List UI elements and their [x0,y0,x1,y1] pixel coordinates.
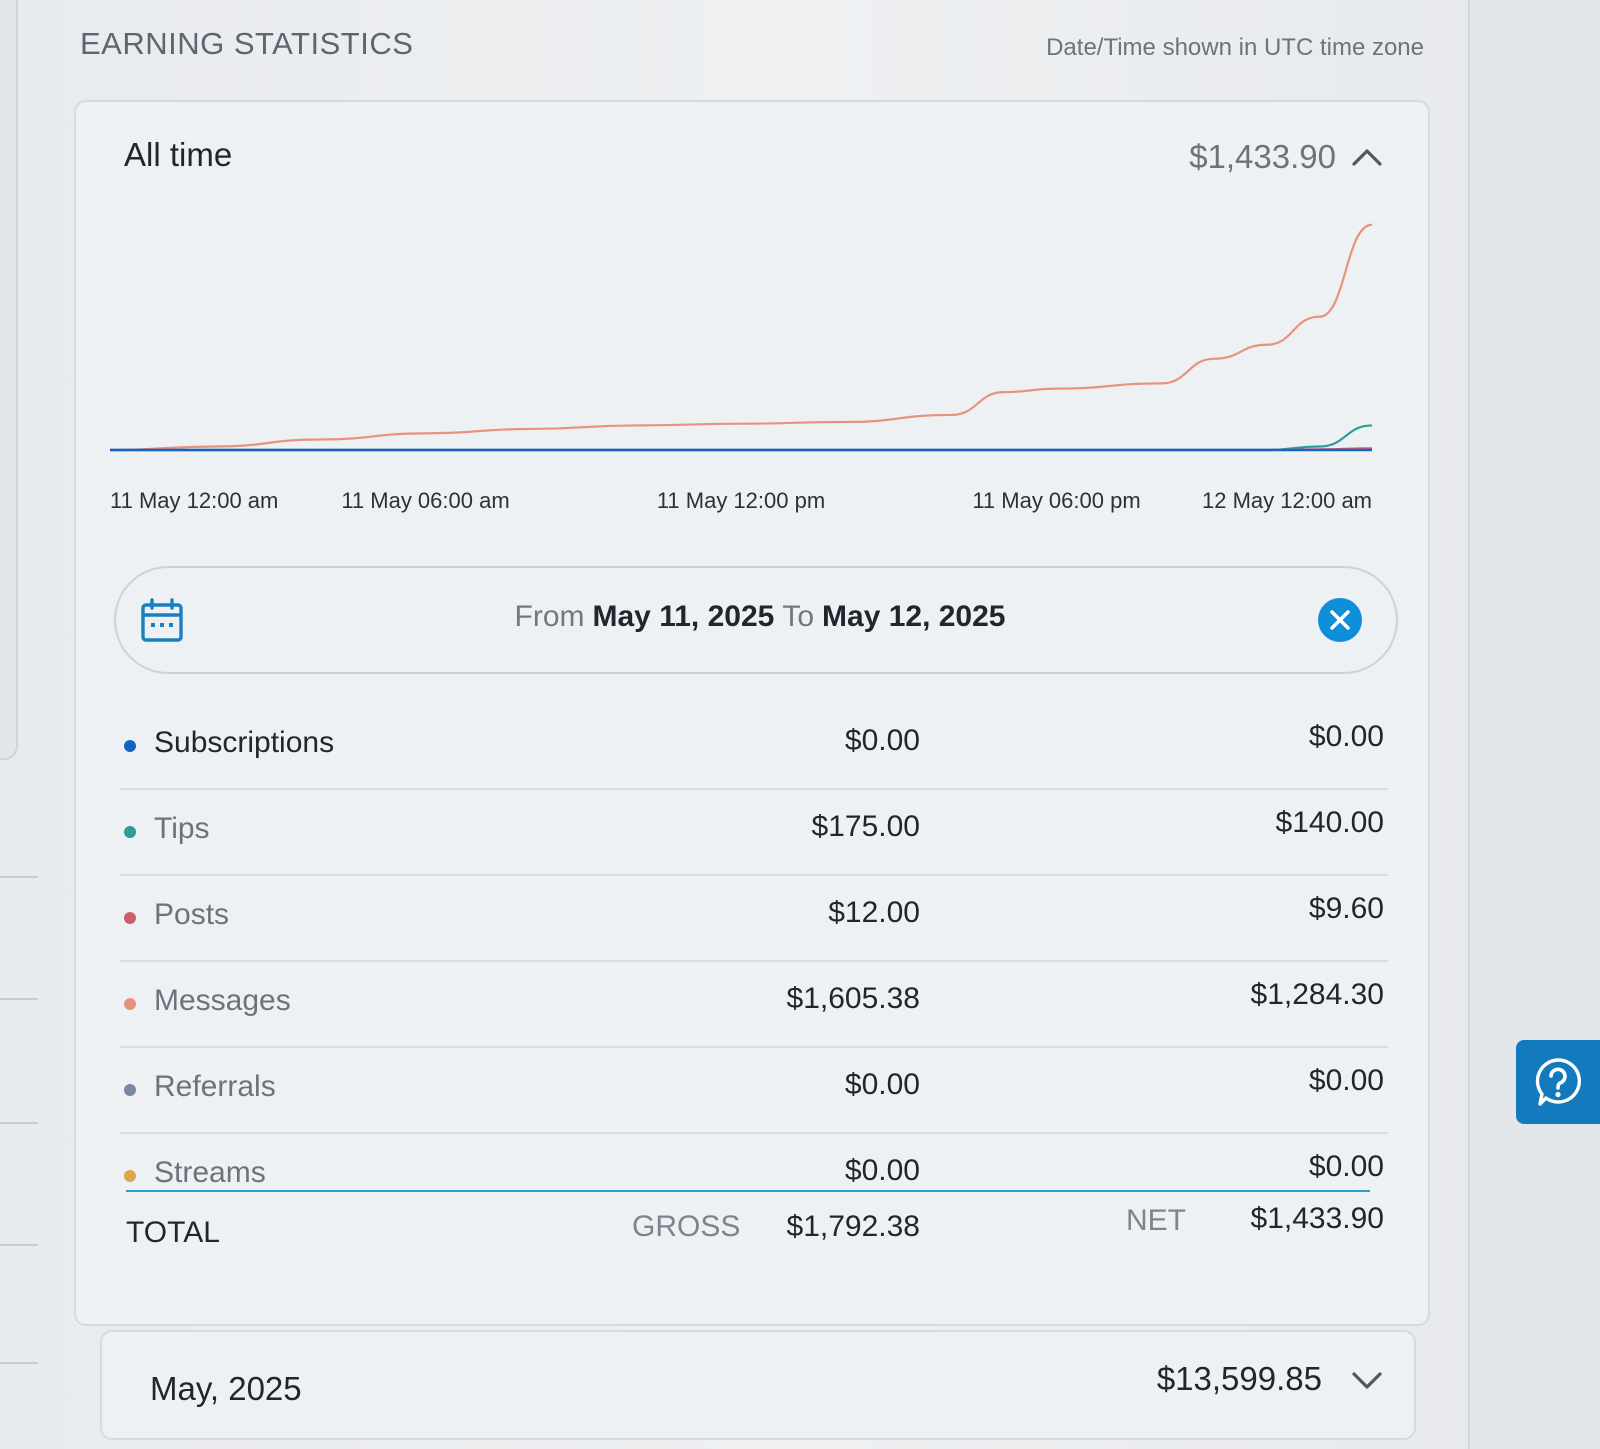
row-net: $0.00 [1308,1150,1384,1183]
row-messages: Messages $1,605.38 $1,284.30 [120,962,1388,1048]
row-label: Messages [154,984,291,1017]
row-gross: $0.00 [844,724,920,757]
x-tick-label: 11 May 06:00 pm [972,488,1140,513]
subscriptions-dot [124,740,136,752]
x-tick-label: 11 May 12:00 pm [657,488,825,513]
card-title[interactable]: All time [124,136,232,174]
row-net: $9.60 [1308,892,1384,925]
row-gross: $175.00 [811,810,920,843]
row-gross: $0.00 [844,1154,920,1187]
chart-series-line-0 [110,223,1373,452]
earnings-breakdown-list: Subscriptions $0.00 $0.00 Tips $175.00 $… [120,704,1388,1220]
total-divider [126,1190,1370,1192]
clear-date-range-button[interactable] [1318,598,1362,642]
row-net: $0.00 [1308,1064,1384,1097]
card-total-amount: $1,433.90 [1189,138,1336,175]
net-label: NET [1126,1204,1186,1237]
row-tips: Tips $175.00 $140.00 [120,790,1388,876]
help-button[interactable] [1516,1040,1600,1124]
divider [0,1362,38,1364]
timezone-note: Date/Time shown in UTC time zone [1046,34,1424,61]
month-title: May, 2025 [150,1370,302,1407]
referrals-dot [124,1084,136,1096]
x-tick-label: 11 May 06:00 am [341,488,509,513]
divider [0,1122,38,1124]
left-sidebar-edge [0,0,18,760]
streams-dot [124,1170,136,1182]
x-tick-label: 12 May 12:00 am [1202,488,1372,513]
row-label: Subscriptions [154,726,335,759]
right-panel-edge [1468,0,1600,1449]
net-total: $1,433.90 [1250,1202,1384,1235]
row-net: $1,284.30 [1250,978,1384,1011]
chart-series-line-1 [110,424,1373,452]
row-subscriptions: Subscriptions $0.00 $0.00 [120,704,1388,790]
statistics-card-month[interactable]: May, 2025 $13,599.85 [100,1330,1416,1440]
total-label: TOTAL [126,1216,220,1249]
divider [0,998,38,1000]
gross-label: GROSS [632,1210,741,1243]
to-date[interactable]: May 12, 2025 [822,600,1005,633]
row-label: Referrals [154,1070,276,1103]
gross-total: $1,792.38 [786,1210,920,1243]
row-gross: $1,605.38 [786,982,920,1015]
row-gross: $0.00 [844,1068,920,1101]
date-range-text: From May 11, 2025 To May 12, 2025 [116,600,1396,634]
row-net: $0.00 [1308,720,1384,753]
row-gross: $12.00 [828,896,920,929]
row-net: $140.00 [1275,806,1384,839]
month-amount: $13,599.85 [1156,1360,1322,1397]
page: EARNING STATISTICS Date/Time shown in UT… [0,0,1600,1449]
statistics-card-all-time: All time $1,433.90 11 May 12:00 am 11 May… [74,100,1430,1326]
tips-dot [124,826,136,838]
chevron-up-icon[interactable] [1350,142,1384,172]
row-label: Streams [154,1156,266,1189]
messages-dot [124,998,136,1010]
row-referrals: Referrals $0.00 $0.00 [120,1048,1388,1134]
row-label: Posts [154,898,230,931]
row-posts: Posts $12.00 $9.60 [120,876,1388,962]
posts-dot [124,912,136,924]
chevron-down-icon[interactable] [1350,1366,1384,1396]
divider [0,876,38,878]
from-label: From [514,600,585,633]
date-range-picker[interactable]: From May 11, 2025 To May 12, 2025 [114,566,1398,674]
from-date[interactable]: May 11, 2025 [593,600,775,633]
divider [0,1244,38,1246]
x-tick-label: 11 May 12:00 am [110,488,278,513]
row-label: Tips [154,812,210,845]
help-icon [1535,1058,1582,1106]
close-icon [1330,610,1350,630]
to-label: To [782,600,815,633]
section-title: EARNING STATISTICS [80,26,414,61]
total-row: TOTAL GROSS $1,792.38 NET $1,433.90 [120,1202,1388,1268]
